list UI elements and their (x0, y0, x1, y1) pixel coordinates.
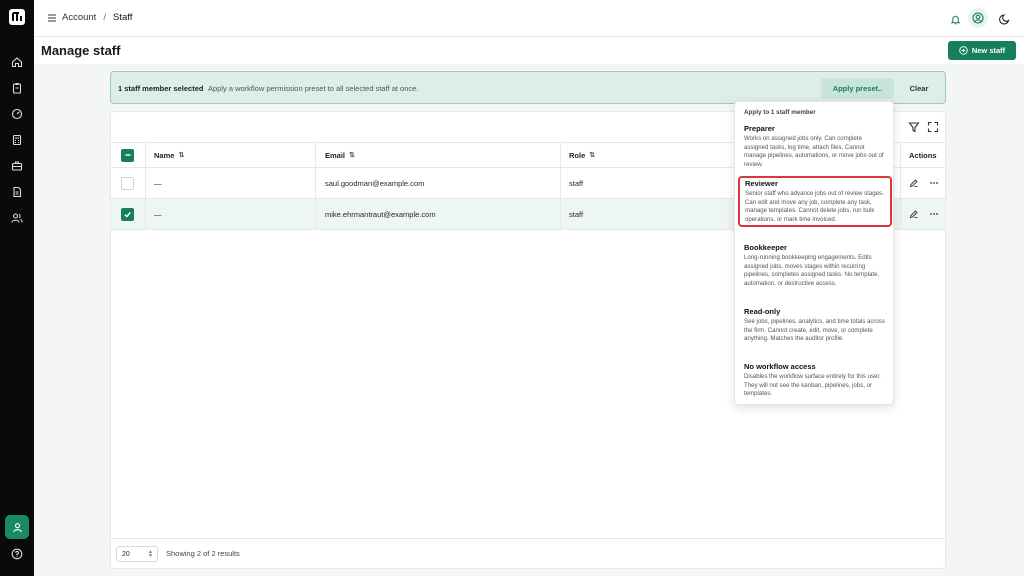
preset-option-read-only[interactable]: Read-only See jobs, pipelines, analytics… (738, 305, 892, 346)
select-all-checkbox[interactable] (121, 143, 134, 167)
more-icon[interactable] (929, 168, 939, 198)
breadcrumb: Account / Staff (62, 12, 132, 23)
results-count: Showing 2 of 2 results (166, 549, 240, 558)
edit-icon[interactable] (909, 199, 919, 229)
preset-option-preparer[interactable]: Preparer Works on assigned jobs only. Ca… (738, 122, 892, 171)
row-checkbox[interactable] (121, 168, 134, 198)
fullscreen-icon[interactable] (927, 121, 939, 133)
sort-icon[interactable]: ⇅ (349, 151, 355, 159)
cell-email: saul.goodman@example.com (325, 178, 425, 188)
chevron-updown-icon: ▲ ▼ (148, 549, 153, 559)
dropdown-heading: Apply to 1 staff member (744, 109, 816, 116)
document-icon[interactable] (8, 183, 26, 201)
preset-dropdown: Apply to 1 staff member Preparer Works o… (734, 101, 894, 405)
help-icon[interactable] (8, 545, 26, 563)
gauge-icon[interactable] (8, 105, 26, 123)
plus-circle-icon (959, 46, 968, 55)
option-title: Reviewer (745, 179, 778, 188)
cell-name: — (154, 209, 162, 219)
bell-icon[interactable] (946, 10, 964, 28)
more-icon[interactable] (929, 199, 939, 229)
check-icon (124, 211, 131, 218)
preset-option-bookkeeper[interactable]: Bookkeeper Long-running bookkeeping enga… (738, 241, 892, 290)
column-name[interactable]: Name ⇅ (154, 143, 184, 167)
column-role[interactable]: Role ⇅ (569, 143, 595, 167)
option-title: No workflow access (744, 362, 816, 371)
new-staff-button[interactable]: New staff (948, 41, 1016, 60)
option-description: Senior staff who advance jobs out of rev… (745, 190, 884, 223)
apply-preset-button[interactable]: Apply preset.. (821, 78, 894, 99)
cell-name: — (154, 178, 162, 188)
option-title: Bookkeeper (744, 243, 787, 252)
option-description: See jobs, pipelines, analytics, and time… (744, 318, 885, 342)
calculator-icon[interactable] (8, 131, 26, 149)
sort-icon[interactable]: ⇅ (178, 151, 184, 159)
menu-icon[interactable] (47, 13, 57, 23)
user-icon (12, 522, 22, 532)
column-divider (900, 142, 901, 230)
row-checkbox[interactable] (121, 199, 134, 229)
selection-bar: 1 staff member selected Apply a workflow… (110, 71, 946, 104)
column-email[interactable]: Email ⇅ (325, 143, 355, 167)
page-size-value: 20 (122, 550, 130, 558)
option-title: Read-only (744, 307, 781, 316)
cell-role: staff (569, 178, 584, 188)
selection-count: 1 staff member selected (118, 84, 204, 93)
edit-icon[interactable] (909, 168, 919, 198)
preset-option-reviewer[interactable]: Reviewer Senior staff who advance jobs o… (738, 176, 892, 227)
account-icon[interactable] (968, 8, 988, 28)
page-header: Manage staff New staff (34, 37, 1024, 64)
cell-email: mike.ehrmantraut@example.com (325, 209, 436, 219)
option-description: Disables the workflow surface entirely f… (744, 373, 881, 397)
new-staff-label: New staff (971, 46, 1006, 55)
sidebar (0, 0, 34, 576)
cell-role: staff (569, 209, 584, 219)
preset-option-no-workflow-access[interactable]: No workflow access Disables the workflow… (738, 360, 892, 401)
sort-icon[interactable]: ⇅ (589, 151, 595, 159)
briefcase-icon[interactable] (8, 157, 26, 175)
clipboard-icon[interactable] (8, 79, 26, 97)
selection-hint: Apply a workflow permission preset to al… (208, 84, 419, 93)
breadcrumb-separator: / (103, 12, 106, 23)
column-actions: Actions (909, 150, 937, 160)
option-description: Works on assigned jobs only. Can complet… (744, 135, 884, 168)
home-icon[interactable] (8, 53, 26, 71)
option-title: Preparer (744, 124, 775, 133)
moon-icon[interactable] (996, 10, 1014, 28)
column-divider (315, 142, 316, 230)
table-footer: 20 ▲ ▼ Showing 2 of 2 results (111, 538, 945, 568)
users-icon[interactable] (8, 209, 26, 227)
page-size-select[interactable]: 20 ▲ ▼ (116, 546, 158, 562)
minus-icon (125, 154, 130, 156)
column-divider (560, 142, 561, 230)
filter-icon[interactable] (908, 121, 920, 133)
profile-nav-button[interactable] (5, 515, 29, 539)
column-divider (145, 142, 146, 230)
top-bar: Account / Staff (34, 0, 1024, 37)
page-title: Manage staff (41, 43, 121, 58)
clear-selection-button[interactable]: Clear (901, 78, 937, 99)
breadcrumb-staff: Staff (112, 12, 133, 23)
breadcrumb-account[interactable]: Account (62, 12, 96, 23)
option-description: Long-running bookkeeping engagements. Ed… (744, 254, 880, 287)
logo-icon[interactable] (8, 8, 26, 26)
